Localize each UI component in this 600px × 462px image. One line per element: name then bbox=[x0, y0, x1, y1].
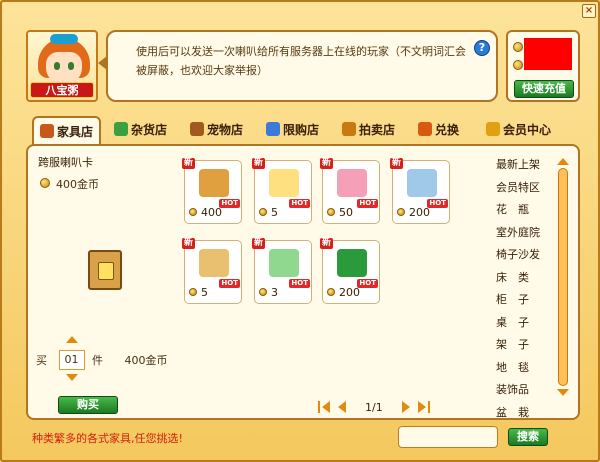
coin-icon bbox=[189, 208, 197, 216]
tab-auction[interactable]: 拍卖店 bbox=[342, 116, 395, 144]
category-scrollbar[interactable] bbox=[557, 158, 569, 396]
gavel-icon bbox=[342, 122, 356, 136]
scroll-thumb[interactable] bbox=[558, 168, 568, 386]
tab-vip[interactable]: 会员中心 bbox=[486, 116, 551, 144]
item-slot[interactable]: 新 HOT 400 bbox=[182, 158, 242, 224]
tab-pets[interactable]: 宠物店 bbox=[190, 116, 243, 144]
scroll-up-icon[interactable] bbox=[557, 158, 569, 165]
id-card-icon bbox=[407, 169, 437, 197]
quantity-up-button[interactable] bbox=[66, 336, 78, 343]
search-button[interactable]: 搜索 bbox=[508, 428, 548, 446]
house-icon bbox=[40, 124, 54, 138]
currency-panel: 快速充值 bbox=[506, 30, 580, 102]
next-page-button[interactable] bbox=[402, 401, 411, 413]
shop-window: × 八宝粥 使用后可以发送一次喇叭给所有服务器上在线的玩家（不文明词汇会被屏蔽，… bbox=[0, 0, 600, 462]
coin-icon bbox=[259, 208, 267, 216]
clover-icon bbox=[114, 122, 128, 136]
tab-exchange[interactable]: 兑换 bbox=[418, 116, 459, 144]
category-item[interactable]: 床 类 bbox=[496, 267, 552, 290]
footer-tip: 种类繁多的各式家具,任您挑选! bbox=[32, 432, 183, 445]
bottle-icon bbox=[266, 122, 280, 136]
tab-furniture[interactable]: 家具店 bbox=[32, 116, 102, 146]
category-item[interactable]: 花 瓶 bbox=[496, 199, 552, 222]
first-page-icon[interactable] bbox=[318, 401, 320, 413]
category-item[interactable]: 装饰品 bbox=[496, 379, 552, 402]
coin-icon bbox=[327, 288, 335, 296]
item-slot[interactable]: 新 HOT 200 bbox=[390, 158, 450, 224]
category-item[interactable]: 会员特区 bbox=[496, 177, 552, 200]
category-item[interactable]: 地 毯 bbox=[496, 357, 552, 380]
green-flower-icon bbox=[337, 249, 367, 277]
category-item[interactable]: 室外庭院 bbox=[496, 222, 552, 245]
category-item[interactable]: 柜 子 bbox=[496, 289, 552, 312]
npc-name: 八宝粥 bbox=[30, 82, 94, 98]
crown-icon bbox=[486, 122, 500, 136]
search-input[interactable] bbox=[398, 426, 498, 448]
category-item[interactable]: 桌 子 bbox=[496, 312, 552, 335]
last-page-button[interactable] bbox=[417, 401, 426, 413]
selected-item-preview bbox=[88, 250, 122, 290]
shop-tabs: 家具店 杂货店 宠物店 限购店 拍卖店 兑换 会员中心 bbox=[32, 116, 572, 146]
buy-button[interactable]: 购买 bbox=[58, 396, 118, 414]
category-item[interactable]: 架 子 bbox=[496, 334, 552, 357]
quantity-input[interactable]: 01 bbox=[58, 350, 85, 370]
help-icon[interactable]: ? bbox=[474, 40, 490, 56]
quantity-row: 买 01 件 400金币 bbox=[36, 350, 168, 370]
speaker-card-icon bbox=[199, 169, 229, 197]
pink-oven-icon bbox=[337, 169, 367, 197]
first-page-button[interactable] bbox=[322, 401, 330, 413]
category-item[interactable]: 最新上架 bbox=[496, 154, 552, 177]
item-slot[interactable]: 新 HOT 50 bbox=[320, 158, 380, 224]
total-price: 400金币 bbox=[124, 354, 168, 367]
recharge-button[interactable]: 快速充值 bbox=[514, 80, 574, 98]
wings-icon bbox=[269, 169, 299, 197]
silver-coin-icon bbox=[513, 60, 523, 70]
category-list: 最新上架 会员特区 花 瓶 室外庭院 椅子沙发 床 类 柜 子 桌 子 架 子 … bbox=[496, 154, 552, 424]
gold-coin-icon bbox=[513, 42, 523, 52]
npc-message: 使用后可以发送一次喇叭给所有服务器上在线的玩家（不文明词汇会被屏蔽，也欢迎大家举… bbox=[106, 30, 498, 102]
npc-avatar: 八宝粥 bbox=[26, 30, 98, 102]
potion-tube-icon bbox=[269, 249, 299, 277]
silver-coin-icon bbox=[397, 208, 405, 216]
scroll-down-icon[interactable] bbox=[557, 389, 569, 396]
exchange-icon bbox=[418, 122, 432, 136]
pager: 1/1 bbox=[318, 400, 430, 416]
selected-item-name: 跨服喇叭卡 bbox=[38, 156, 93, 169]
pet-icon bbox=[190, 122, 204, 136]
prev-page-button[interactable] bbox=[337, 401, 346, 413]
coin-icon bbox=[259, 288, 267, 296]
coin-icon bbox=[327, 208, 335, 216]
item-slot[interactable]: 新 HOT 5 bbox=[252, 158, 312, 224]
item-slot[interactable]: 新 HOT 5 bbox=[182, 238, 242, 304]
last-page-icon[interactable] bbox=[427, 401, 430, 413]
quantity-down-button[interactable] bbox=[66, 374, 78, 381]
shop-content: 跨服喇叭卡 400金币 买 01 件 400金币 购买 新 HOT 400 新 … bbox=[26, 144, 580, 420]
balance-redacted bbox=[524, 38, 572, 70]
category-item[interactable]: 盆 栽 bbox=[496, 402, 552, 425]
category-item[interactable]: 椅子沙发 bbox=[496, 244, 552, 267]
close-button[interactable]: × bbox=[582, 4, 596, 18]
tab-groceries[interactable]: 杂货店 bbox=[114, 116, 167, 144]
item-slot[interactable]: 新 HOT 200 bbox=[320, 238, 380, 304]
item-slot[interactable]: 新 HOT 3 bbox=[252, 238, 312, 304]
tab-limited[interactable]: 限购店 bbox=[266, 116, 319, 144]
coin-icon bbox=[189, 288, 197, 296]
coin-icon bbox=[40, 178, 50, 188]
page-indicator: 1/1 bbox=[365, 400, 383, 414]
selected-item-price: 400金币 bbox=[40, 176, 99, 192]
magnifier-icon bbox=[199, 249, 229, 277]
